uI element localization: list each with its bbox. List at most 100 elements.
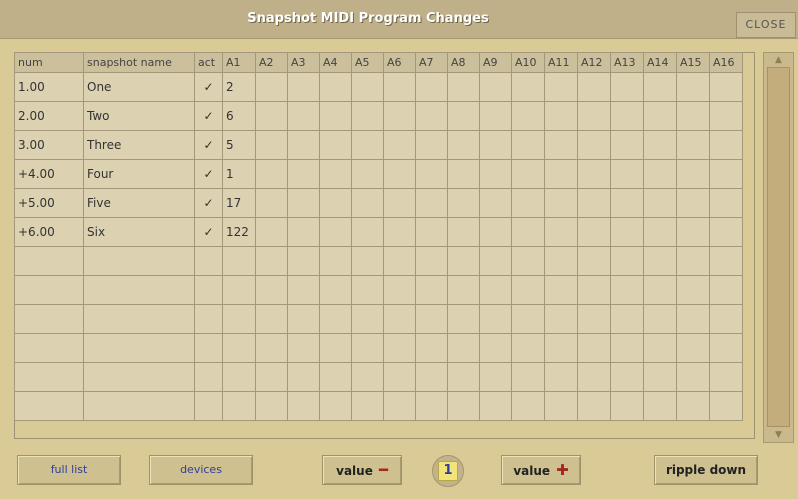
program-cell[interactable] (676, 72, 710, 102)
program-cell[interactable] (351, 217, 384, 247)
empty-cell[interactable] (194, 362, 223, 392)
program-cell[interactable] (676, 159, 710, 189)
program-cell[interactable] (709, 101, 743, 131)
program-cell[interactable] (511, 72, 545, 102)
empty-cell[interactable] (83, 333, 195, 363)
program-cell[interactable] (643, 101, 677, 131)
program-cell[interactable] (544, 217, 578, 247)
program-cell[interactable] (383, 72, 416, 102)
program-cell[interactable] (351, 188, 384, 218)
program-cell[interactable] (255, 217, 288, 247)
empty-cell[interactable] (351, 362, 384, 392)
program-cell[interactable] (610, 130, 644, 160)
program-cell[interactable] (447, 130, 480, 160)
empty-cell[interactable] (676, 333, 710, 363)
program-cell[interactable] (479, 101, 512, 131)
a1-value-cell[interactable]: 5 (222, 130, 256, 160)
empty-cell[interactable] (14, 333, 84, 363)
table-row[interactable]: +6.00 Six ✓ 122 (14, 217, 743, 247)
program-cell[interactable] (319, 188, 352, 218)
snapshot-name-cell[interactable]: Six (83, 217, 195, 247)
empty-cell[interactable] (383, 246, 416, 276)
empty-cell[interactable] (643, 391, 677, 421)
program-cell[interactable] (610, 188, 644, 218)
empty-cell[interactable] (14, 362, 84, 392)
empty-cell[interactable] (479, 333, 512, 363)
program-cell[interactable] (319, 130, 352, 160)
program-cell[interactable] (709, 159, 743, 189)
empty-cell[interactable] (83, 362, 195, 392)
num-cell[interactable]: 1.00 (14, 72, 84, 102)
empty-cell[interactable] (577, 333, 611, 363)
empty-cell[interactable] (255, 333, 288, 363)
empty-cell[interactable] (479, 304, 512, 334)
empty-cell[interactable] (544, 304, 578, 334)
empty-cell[interactable] (479, 391, 512, 421)
empty-cell[interactable] (319, 304, 352, 334)
num-cell[interactable]: 3.00 (14, 130, 84, 160)
empty-cell[interactable] (83, 304, 195, 334)
empty-cell[interactable] (83, 391, 195, 421)
empty-cell[interactable] (383, 391, 416, 421)
program-cell[interactable] (287, 217, 320, 247)
program-cell[interactable] (544, 72, 578, 102)
empty-cell[interactable] (676, 304, 710, 334)
empty-cell[interactable] (610, 304, 644, 334)
a1-value-cell[interactable]: 2 (222, 72, 256, 102)
empty-cell[interactable] (577, 275, 611, 305)
empty-cell[interactable] (577, 362, 611, 392)
a1-value-cell[interactable]: 6 (222, 101, 256, 131)
program-cell[interactable] (319, 217, 352, 247)
empty-cell[interactable] (511, 275, 545, 305)
program-cell[interactable] (610, 72, 644, 102)
empty-cell[interactable] (351, 391, 384, 421)
program-cell[interactable] (447, 72, 480, 102)
program-cell[interactable] (351, 159, 384, 189)
program-cell[interactable] (544, 159, 578, 189)
program-cell[interactable] (255, 72, 288, 102)
empty-cell[interactable] (383, 304, 416, 334)
empty-cell[interactable] (194, 391, 223, 421)
ripple-down-button[interactable]: ripple down (654, 455, 758, 485)
empty-cell[interactable] (222, 391, 256, 421)
empty-cell[interactable] (287, 275, 320, 305)
empty-cell[interactable] (287, 333, 320, 363)
program-cell[interactable] (447, 101, 480, 131)
empty-cell[interactable] (511, 362, 545, 392)
empty-cell[interactable] (709, 333, 743, 363)
empty-cell[interactable] (676, 362, 710, 392)
program-cell[interactable] (479, 159, 512, 189)
program-cell[interactable] (319, 72, 352, 102)
program-cell[interactable] (643, 72, 677, 102)
empty-cell[interactable] (415, 391, 448, 421)
program-cell[interactable] (479, 130, 512, 160)
program-cell[interactable] (610, 217, 644, 247)
empty-row[interactable] (14, 333, 743, 363)
empty-cell[interactable] (222, 333, 256, 363)
program-cell[interactable] (577, 217, 611, 247)
num-cell[interactable]: +4.00 (14, 159, 84, 189)
empty-cell[interactable] (351, 246, 384, 276)
snapshot-name-cell[interactable]: Two (83, 101, 195, 131)
empty-cell[interactable] (447, 333, 480, 363)
empty-cell[interactable] (287, 304, 320, 334)
program-cell[interactable] (676, 101, 710, 131)
program-cell[interactable] (415, 101, 448, 131)
program-cell[interactable] (415, 217, 448, 247)
a1-value-cell[interactable]: 122 (222, 217, 256, 247)
empty-cell[interactable] (194, 333, 223, 363)
program-cell[interactable] (351, 72, 384, 102)
scroll-thumb[interactable] (767, 67, 790, 427)
program-cell[interactable] (511, 159, 545, 189)
table-row[interactable]: 1.00 One ✓ 2 (14, 72, 743, 102)
empty-cell[interactable] (83, 275, 195, 305)
program-cell[interactable] (544, 130, 578, 160)
empty-cell[interactable] (14, 246, 84, 276)
program-cell[interactable] (544, 101, 578, 131)
empty-cell[interactable] (709, 362, 743, 392)
program-cell[interactable] (255, 188, 288, 218)
empty-cell[interactable] (447, 275, 480, 305)
program-cell[interactable] (610, 101, 644, 131)
empty-cell[interactable] (351, 304, 384, 334)
scroll-down-icon[interactable]: ▼ (766, 429, 791, 441)
